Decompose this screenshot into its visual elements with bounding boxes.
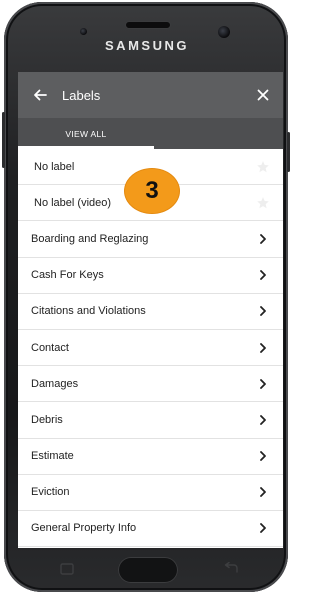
chevron-right-icon [243,487,283,498]
chevron-right-icon [243,523,283,534]
list-item-label: General Property Info [31,522,137,535]
chevron-right-icon [243,270,283,281]
back-icon[interactable] [222,562,240,576]
list-item-debris[interactable]: Debris [18,402,283,439]
app-screen: Labels VIEW ALL No label No label (video… [18,72,283,548]
list-item-label: Eviction [31,486,70,499]
chevron-right-icon [243,306,283,317]
close-icon[interactable] [243,72,283,118]
tab-view-all[interactable]: VIEW ALL [18,118,154,149]
list-item-boarding-and-reglazing[interactable]: Boarding and Reglazing [18,221,283,258]
list-item-cash-for-keys[interactable]: Cash For Keys [18,258,283,294]
stage: SAMSUNG Labels VIEW ALL No label No labe… [0,0,294,595]
list-item-general-property-info[interactable]: General Property Info [18,511,283,548]
list-item-label: Debris [31,413,63,426]
chevron-right-icon [243,342,283,353]
list-item-label: Estimate [31,450,74,463]
list-item-label: Citations and Violations [31,305,146,318]
list-item-label: Damages [31,377,79,390]
page-title: Labels [62,87,101,103]
home-button[interactable] [118,557,178,583]
chevron-right-icon [243,234,283,244]
star-icon[interactable] [243,196,283,210]
list-item-damages[interactable]: Damages [18,366,283,403]
step-number-badge: 3 [125,169,179,213]
tab-bar: VIEW ALL [18,118,283,149]
front-camera [218,26,230,38]
list-item-label: Contact [31,341,69,354]
sensor [80,28,87,35]
list-item-label: Boarding and Reglazing [31,232,149,245]
tab-label: VIEW ALL [65,128,107,139]
chevron-right-icon [243,378,283,389]
earpiece-speaker [126,22,170,28]
list-item-eviction[interactable]: Eviction [18,475,283,511]
star-icon[interactable] [243,160,283,174]
list-item-contact[interactable]: Contact [18,330,283,367]
list-item-citations-and-violations[interactable]: Citations and Violations [18,294,283,330]
recent-apps-icon[interactable] [58,562,76,576]
chevron-right-icon [243,415,283,425]
brand-logo: SAMSUNG [105,38,189,53]
power-button [287,132,290,172]
list-item-label: No label [34,160,75,173]
chevron-right-icon [243,451,283,461]
list-item-estimate[interactable]: Estimate [18,439,283,475]
volume-button [2,112,5,168]
list-item-label: Cash For Keys [31,269,104,282]
app-bar: Labels [18,72,283,118]
back-arrow-icon[interactable] [18,72,62,118]
